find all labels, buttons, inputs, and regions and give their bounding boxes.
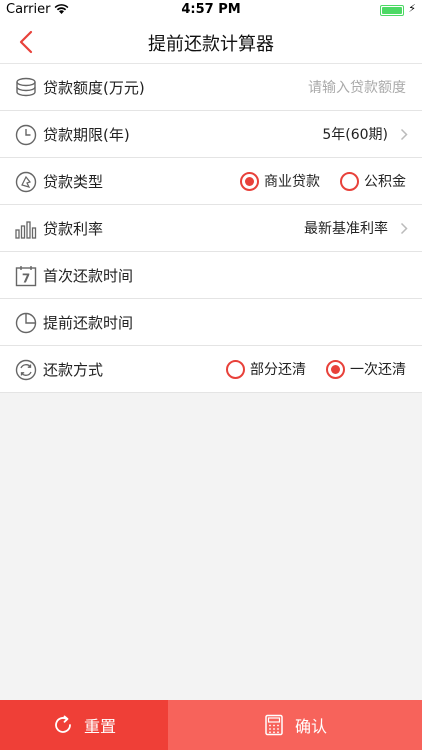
- clock-icon: [15, 124, 37, 146]
- repayment-method-label: 还款方式: [43, 360, 104, 379]
- prepayment-time-label: 提前还款时间: [43, 313, 134, 332]
- radio-partial-label: 部分还清: [250, 362, 306, 378]
- radio-commercial-loan[interactable]: 商业贷款: [240, 171, 320, 191]
- loan-rate-label: 贷款利率: [43, 219, 104, 238]
- clock: 4:57 PM: [181, 2, 241, 17]
- confirm-button[interactable]: 确认: [168, 700, 422, 750]
- radio-full-payoff[interactable]: 一次还清: [326, 359, 406, 379]
- radio-fund-label: 公积金: [364, 174, 406, 190]
- confirm-button-label: 确认: [294, 717, 327, 736]
- battery-icon: [380, 5, 404, 16]
- status-bar: Carrier 4:57 PM ⚡: [0, 0, 422, 20]
- loan-amount-label: 贷款额度(万元): [43, 78, 145, 97]
- refresh-icon: [55, 715, 71, 733]
- bottom-action-bar: 重置 确认: [0, 700, 422, 750]
- row-repayment-method: 还款方式 部分还清 一次还清: [0, 346, 422, 393]
- radio-full-label: 一次还清: [350, 362, 406, 378]
- radio-unselected-icon: [226, 359, 245, 379]
- chevron-right-icon: [400, 222, 408, 235]
- row-prepayment-time[interactable]: 提前还款时间: [0, 299, 422, 346]
- loan-type-radio-group: 商业贷款 公积金: [220, 171, 406, 191]
- row-loan-term[interactable]: 贷款期限(年) 5年(60期): [0, 111, 422, 158]
- chevron-right-icon: [400, 128, 408, 141]
- loan-rate-value: 最新基准利率: [304, 221, 388, 237]
- repayment-method-radio-group: 部分还清 一次还清: [206, 359, 406, 379]
- loan-type-label: 贷款类型: [43, 172, 104, 191]
- radio-selected-icon: [240, 171, 259, 191]
- loan-amount-input[interactable]: 请输入贷款额度: [308, 77, 406, 97]
- calculator-icon: [265, 714, 283, 736]
- row-loan-amount[interactable]: 贷款额度(万元) 请输入贷款额度: [0, 64, 422, 111]
- reset-button[interactable]: 重置: [0, 700, 168, 750]
- money-bag-icon: [15, 171, 37, 193]
- page-title: 提前还款计算器: [148, 34, 274, 55]
- radio-housing-fund[interactable]: 公积金: [340, 171, 406, 191]
- svg-text:7: 7: [22, 272, 30, 286]
- radio-selected-icon: [326, 359, 345, 379]
- charging-icon: ⚡: [408, 2, 416, 15]
- row-loan-rate[interactable]: 贷款利率 最新基准利率: [0, 205, 422, 252]
- radio-unselected-icon: [340, 171, 359, 191]
- first-repayment-label: 首次还款时间: [43, 266, 134, 285]
- loan-term-label: 贷款期限(年): [43, 125, 130, 144]
- calendar-icon: 7: [15, 266, 37, 287]
- row-loan-type: 贷款类型 商业贷款 公积金: [0, 158, 422, 205]
- pie-chart-icon: [15, 312, 37, 334]
- bar-chart-icon: [15, 221, 37, 239]
- nav-bar: 提前还款计算器: [0, 20, 422, 64]
- loan-term-value: 5年(60期): [322, 127, 388, 143]
- row-first-repayment[interactable]: 7 首次还款时间: [0, 252, 422, 299]
- radio-partial-payoff[interactable]: 部分还清: [226, 359, 306, 379]
- refresh-cycle-icon: [15, 359, 37, 381]
- coins-icon: [16, 77, 36, 97]
- radio-commercial-label: 商业贷款: [264, 174, 320, 190]
- reset-button-label: 重置: [83, 717, 116, 736]
- calculator-form: 贷款额度(万元) 请输入贷款额度 贷款期限(年) 5年(60期) 贷款类型 商业…: [0, 64, 422, 393]
